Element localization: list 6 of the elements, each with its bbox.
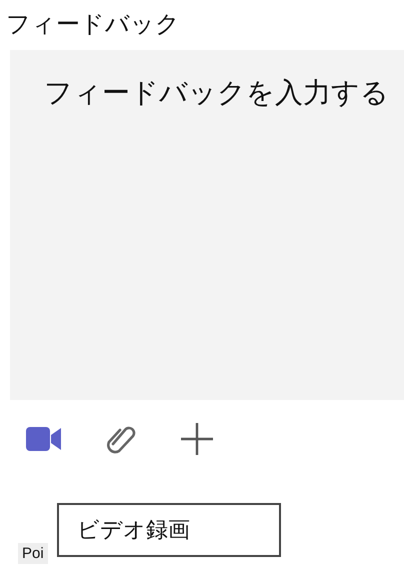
tooltip: ビデオ録画 xyxy=(57,503,281,557)
plus-icon[interactable] xyxy=(180,422,214,456)
label-text: Poi xyxy=(18,543,48,564)
video-camera-icon[interactable] xyxy=(26,426,62,452)
section-title: フィードバック xyxy=(5,9,180,40)
feedback-field[interactable]: フィードバックを入力する xyxy=(10,50,404,400)
